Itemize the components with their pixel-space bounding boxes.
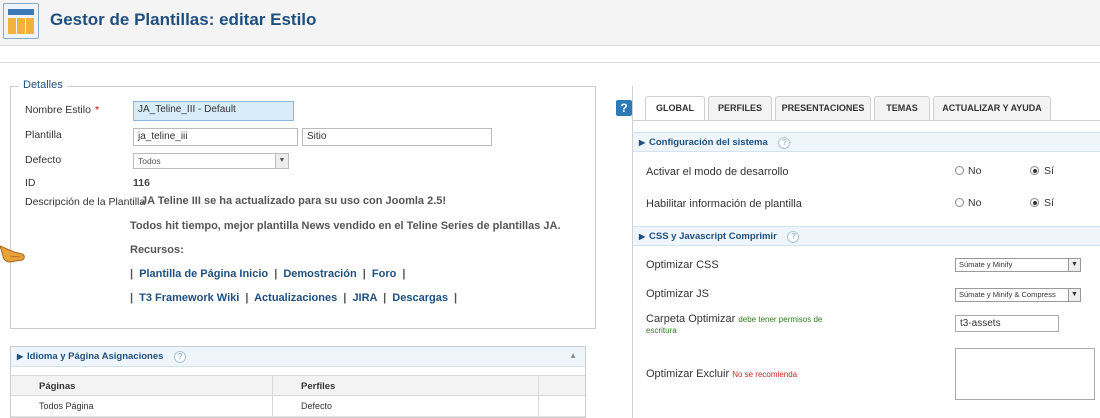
id-label: ID — [25, 177, 36, 189]
optimize-js-select[interactable]: Súmate y Minify & Compress ▼ — [955, 288, 1081, 302]
style-name-input[interactable]: JA_Teline_III - Default — [133, 101, 294, 121]
exclude-label: Optimizar Excluir No se recomienda — [646, 368, 798, 380]
tab-update-help[interactable]: ACTUALIZAR Y AYUDA — [933, 96, 1051, 120]
tab-themes[interactable]: TEMAS — [874, 96, 930, 120]
client-input[interactable]: Sitio — [302, 128, 492, 146]
dev-mode-yes-label: Sí — [1044, 165, 1054, 177]
assignments-table-header: Páginas Perfiles — [11, 375, 585, 396]
assignments-panel: ▶ Idioma y Página Asignaciones ? ▲ Págin… — [10, 346, 586, 418]
optimize-css-select[interactable]: Súmate y Minify ▼ — [955, 258, 1081, 272]
system-config-title: Configuración del sistema — [649, 137, 768, 148]
link-updates[interactable]: Actualizaciones — [254, 292, 337, 304]
optimize-js-label: Optimizar JS — [646, 288, 709, 300]
template-manager-icon — [3, 3, 39, 39]
toolbar-divider — [0, 62, 1100, 63]
template-info-yes-radio[interactable] — [1030, 198, 1039, 207]
resource-links-row-1: | Plantilla de Página Inicio | Demostrac… — [130, 268, 406, 280]
default-select[interactable]: Todos ▼ — [133, 153, 289, 169]
link-demo[interactable]: Demostración — [283, 268, 356, 280]
template-info-yes-label: Sí — [1044, 197, 1054, 209]
help-icon[interactable]: ? — [174, 351, 187, 363]
template-info-label: Habilitar información de plantilla — [646, 198, 802, 210]
triangle-right-icon: ▶ — [639, 232, 646, 241]
details-fieldset: Detalles Nombre Estilo * JA_Teline_III - … — [10, 79, 596, 329]
link-home-page[interactable]: Plantilla de Página Inicio — [139, 268, 268, 280]
assignments-header[interactable]: ▶ Idioma y Página Asignaciones ? ▲ — [11, 347, 585, 367]
optimize-css-label: Optimizar CSS — [646, 259, 719, 271]
link-forum[interactable]: Foro — [372, 268, 396, 280]
template-info-no-radio[interactable] — [955, 198, 964, 207]
chevron-down-icon: ▼ — [1068, 259, 1080, 271]
column-profiles: Perfiles — [301, 381, 336, 392]
triangle-right-icon: ▶ — [639, 138, 646, 147]
folder-input[interactable]: t3-assets — [955, 315, 1059, 332]
resource-links-row-2: | T3 Framework Wiki | Actualizaciones | … — [130, 292, 458, 304]
assignments-title: Idioma y Página Asignaciones — [27, 351, 164, 362]
help-icon[interactable]: ? — [787, 231, 800, 243]
dev-mode-no-label: No — [968, 165, 982, 177]
dev-mode-yes-radio[interactable] — [1030, 166, 1039, 175]
system-config-header[interactable]: ▶ Configuración del sistema ? — [633, 132, 1100, 152]
folder-label: Carpeta Optimizar debe tener permisos de… — [646, 313, 823, 336]
chevron-down-icon: ▼ — [1068, 289, 1080, 301]
pointing-hand-icon — [0, 245, 25, 263]
id-value: 116 — [133, 177, 150, 189]
details-legend: Detalles — [19, 79, 67, 91]
tab-profiles[interactable]: PERFILES — [708, 96, 772, 120]
template-input[interactable]: ja_teline_iii — [133, 128, 298, 146]
style-name-label: Nombre Estilo * — [25, 104, 100, 116]
link-t3-wiki[interactable]: T3 Framework Wiki — [139, 292, 239, 304]
triangle-right-icon: ▶ — [17, 352, 24, 361]
exclude-note: No se recomienda — [732, 370, 798, 379]
settings-panel: GLOBAL PERFILES PRESENTACIONES TEMAS ACT… — [632, 86, 1100, 418]
help-icon[interactable]: ? — [778, 137, 791, 149]
template-label: Plantilla — [25, 129, 62, 141]
css-js-compress-header[interactable]: ▶ CSS y Javascript Comprimir ? — [633, 226, 1100, 246]
description-line-1: JA Teline III se ha actualizado para su … — [141, 195, 447, 207]
chevron-down-icon: ▼ — [275, 154, 288, 168]
tab-global[interactable]: GLOBAL — [645, 96, 705, 121]
description-line-2: Todos hit tiempo, mejor plantilla News v… — [130, 220, 561, 232]
cell-pages: Todos Página — [39, 401, 94, 411]
dev-mode-label: Activar el modo de desarrollo — [646, 166, 789, 178]
description-label: Descripción de la Plantilla — [25, 196, 146, 208]
default-label: Defecto — [25, 154, 62, 166]
template-info-no-label: No — [968, 197, 982, 209]
help-icon[interactable]: ? — [616, 100, 632, 116]
css-js-compress-title: CSS y Javascript Comprimir — [649, 231, 777, 242]
table-row[interactable]: Todos Página Defecto — [11, 396, 585, 417]
link-downloads[interactable]: Descargas — [392, 292, 448, 304]
collapse-up-icon[interactable]: ▲ — [569, 351, 577, 360]
cell-profile: Defecto — [301, 401, 333, 411]
resources-label: Recursos: — [130, 244, 184, 256]
exclude-textarea[interactable] — [955, 348, 1095, 400]
link-jira[interactable]: JIRA — [352, 292, 377, 304]
dev-mode-no-radio[interactable] — [955, 166, 964, 175]
column-pages: Páginas — [39, 381, 76, 392]
tab-layouts[interactable]: PRESENTACIONES — [775, 96, 871, 120]
page-title: Gestor de Plantillas: editar Estilo — [50, 10, 317, 29]
page-header: Gestor de Plantillas: editar Estilo — [0, 0, 1100, 46]
